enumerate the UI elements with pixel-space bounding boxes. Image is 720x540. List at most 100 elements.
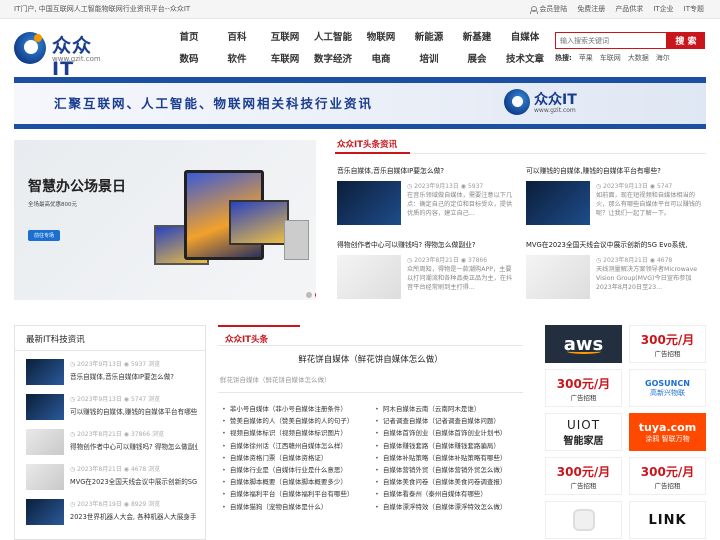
article-link[interactable]: 自媒体美食问卷（自媒体美食问卷调查报）: [375, 476, 507, 488]
article-tag: 众众IT头条: [225, 335, 268, 345]
headline-card[interactable]: 音乐自媒体,音乐自媒体IP要怎么做? ◷ 2023年9月13日 ◉ 5937 在…: [337, 165, 517, 225]
ad-rent[interactable]: 300元/月 广告招租: [545, 369, 622, 407]
list-item[interactable]: ◷ 2023年9月13日 ◉ 5937 浏览 音乐自媒体,音乐自媒体IP要怎么做…: [26, 359, 206, 389]
banner-stripe: [14, 124, 706, 129]
article-link[interactable]: 自媒体福利平台（自媒体福利平台有哪些）: [222, 488, 354, 500]
hot-item[interactable]: 车联网: [600, 53, 621, 63]
article-link[interactable]: 自媒体徐州话（江西赣州自媒体怎么样）: [222, 440, 353, 452]
search-input[interactable]: [555, 32, 667, 49]
article-subtitle: 鲜花饼自媒体（鲜花饼自媒体怎么做）: [220, 376, 331, 384]
slide-button[interactable]: 前往专场: [28, 230, 61, 241]
ad-robot[interactable]: [545, 501, 622, 539]
latest-title: 最新IT科技资讯: [26, 335, 85, 345]
ad-link[interactable]: LINK: [629, 501, 706, 539]
header: 众众IT www.gzit.com 首页 百科 互联网 人工智能 物联网 新能源…: [0, 19, 720, 80]
article-link[interactable]: 自媒体行业是（自媒体行业是什么意思）: [222, 464, 353, 476]
headlines-title: 众众IT头条资讯: [337, 140, 397, 150]
article-link[interactable]: 自媒体营销外贸（自媒体营销外贸怎么做）: [375, 464, 507, 476]
article-link[interactable]: 自媒体首饰创业（自媒体首饰创业计划书）: [375, 427, 507, 439]
nav-item[interactable]: 新能源: [405, 29, 453, 43]
ad-uiot[interactable]: UIOT 智能家居: [545, 413, 622, 451]
hot-item[interactable]: 苹果: [579, 53, 593, 63]
article-links-right: 阿木自媒体云南（云南阿木是谁） 记者调查自媒体（记者调查自媒体问题） 自媒体首饰…: [375, 403, 507, 513]
robot-icon: [572, 509, 595, 531]
nav-item[interactable]: 互联网: [261, 29, 309, 43]
article-link[interactable]: 自媒体看泰州（泰州自媒体有哪些）: [375, 488, 506, 500]
nav-item[interactable]: 车联网: [261, 51, 309, 65]
hot-item[interactable]: 大数据: [628, 53, 649, 63]
ad-rent[interactable]: 300元/月 广告招租: [629, 457, 706, 495]
ad-tuya[interactable]: tuya.com 涂鸦 智联万物: [629, 413, 706, 451]
card-thumbnail: [526, 181, 590, 225]
headline-card[interactable]: 得物创作者中心可以赚钱吗? 得物怎么做副业? ◷ 2023年8月21日 ◉ 37…: [337, 239, 517, 299]
nav-item[interactable]: 物联网: [357, 29, 405, 43]
article-link[interactable]: 菲小号自媒体（菲小号自媒体注册条件）: [222, 403, 353, 415]
nav-item[interactable]: 人工智能: [309, 29, 357, 43]
hot-label: 热搜:: [555, 54, 572, 62]
headline-card[interactable]: 可以赚钱的自媒体,赚钱的自媒体平台有哪些? ◷ 2023年9月13日 ◉ 574…: [526, 165, 706, 225]
list-thumbnail: [26, 499, 64, 525]
ad-aws[interactable]: aws: [545, 325, 622, 363]
it-topic-link[interactable]: IT专题: [684, 0, 704, 19]
article-link[interactable]: 自媒体补贴策略（自媒体补贴策略有哪些）: [375, 452, 507, 464]
article-link[interactable]: 自媒体猫狗（宠物自媒体是什么）: [222, 501, 353, 513]
card-thumbnail: [337, 181, 401, 225]
ad-rent[interactable]: 300元/月 广告招租: [629, 325, 706, 363]
carousel-slide[interactable]: 智慧办公场景日 全场最高优惠800元 前往专场: [14, 140, 316, 300]
list-thumbnail: [26, 464, 64, 490]
list-item[interactable]: ◷ 2023年8月19日 ◉ 8929 浏览 2023世界机器人大会, 各种机器…: [26, 499, 206, 529]
article-link[interactable]: 自媒体资格门票（自媒体资格证）: [222, 452, 353, 464]
nav-item[interactable]: 首页: [165, 29, 213, 43]
card-thumbnail: [337, 255, 401, 299]
login-link[interactable]: 会员登陆: [530, 0, 567, 19]
list-item[interactable]: ◷ 2023年9月13日 ◉ 5747 浏览 可以赚钱的自媒体,赚钱的自媒体平台…: [26, 394, 206, 424]
carousel-dots: [306, 292, 316, 298]
section-underline: [335, 152, 410, 154]
tablet-image: [229, 200, 289, 245]
article-link[interactable]: 阿木自媒体云南（云南阿木是谁）: [375, 403, 506, 415]
nav-item[interactable]: 培训: [405, 51, 453, 65]
list-thumbnail: [26, 429, 64, 455]
user-icon: [530, 6, 539, 14]
it-company-link[interactable]: IT企业: [653, 0, 673, 19]
logo-mark-icon: [14, 32, 46, 64]
nav-item[interactable]: 技术文章: [501, 51, 549, 65]
headline-card[interactable]: MVG在2023全国天线会议中展示创新的SG Evo系统, ◷ 2023年8月2…: [526, 239, 706, 299]
nav-item[interactable]: 展会: [453, 51, 501, 65]
slide-title: 智慧办公场景日: [28, 179, 126, 195]
nav-item[interactable]: 软件: [213, 51, 261, 65]
list-item[interactable]: ◷ 2023年8月21日 ◉ 4678 浏览 MVG在2023全国天线会议中展示…: [26, 464, 206, 494]
search-button[interactable]: 搜 索: [667, 32, 705, 49]
nav-item[interactable]: 自媒体: [501, 29, 549, 43]
site-slogan: IT门户, 中国互联网人工智能物联网行业资讯平台--众众IT: [14, 5, 191, 13]
article-link[interactable]: 自媒体脚本概要（自媒体脚本概要多少）: [222, 476, 353, 488]
nav-item[interactable]: 新基建: [453, 29, 501, 43]
nav-item[interactable]: 百科: [213, 29, 261, 43]
article-link[interactable]: 记者调查自媒体（记者调查自媒体问题）: [375, 415, 506, 427]
top-banner[interactable]: 汇聚互联网、人工智能、物联网相关科技行业资讯 众众IT www.gzit.com: [14, 77, 706, 129]
top-bar: IT门户, 中国互联网人工智能物联网行业资讯平台--众众IT 会员登陆 免费注册…: [0, 0, 720, 19]
article-title[interactable]: 鲜花饼自媒体（鲜花饼自媒体怎么做）: [218, 353, 523, 365]
register-link[interactable]: 免费注册: [577, 0, 605, 19]
nav-item[interactable]: 电商: [357, 51, 405, 65]
ad-gosuncn[interactable]: GOSUNCN 高新兴物联: [629, 369, 706, 407]
article-links-left: 菲小号自媒体（菲小号自媒体注册条件） 赞美自媒体的人（赞美自媒体的人的句子） 视…: [222, 403, 354, 513]
site-logo[interactable]: 众众IT www.gzit.com: [14, 31, 114, 80]
list-item[interactable]: ◷ 2023年8月21日 ◉ 37866 浏览 得物创作者中心可以赚钱吗? 得物…: [26, 429, 206, 459]
hot-item[interactable]: 海尔: [656, 53, 670, 63]
banner-logo: 众众IT www.gzit.com: [504, 89, 594, 119]
article-link[interactable]: 自媒体漂浮特效（自媒体漂浮特效怎么做）: [375, 501, 507, 513]
carousel-dot-active[interactable]: [315, 292, 316, 298]
nav-item[interactable]: 数字经济: [309, 51, 357, 65]
main-nav: 首页 百科 互联网 人工智能 物联网 新能源 新基建 自媒体 数码 软件 车联网…: [165, 29, 555, 65]
slide-subtitle: 全场最高优惠800元: [28, 202, 77, 208]
article-link[interactable]: 自媒体赚钱套路（自媒体赚钱套路骗局）: [375, 440, 506, 452]
supply-link[interactable]: 产品供求: [615, 0, 643, 19]
list-thumbnail: [26, 394, 64, 420]
ad-rent[interactable]: 300元/月 广告招租: [545, 457, 622, 495]
article-link[interactable]: 视频自媒体标识（视频自媒体标识图片）: [222, 427, 353, 439]
nav-item[interactable]: 数码: [165, 51, 213, 65]
article-link[interactable]: 赞美自媒体的人（赞美自媒体的人的句子）: [222, 415, 354, 427]
top-links: 会员登陆 免费注册 产品供求 IT企业 IT专题: [530, 0, 704, 19]
carousel-dot[interactable]: [306, 292, 312, 298]
